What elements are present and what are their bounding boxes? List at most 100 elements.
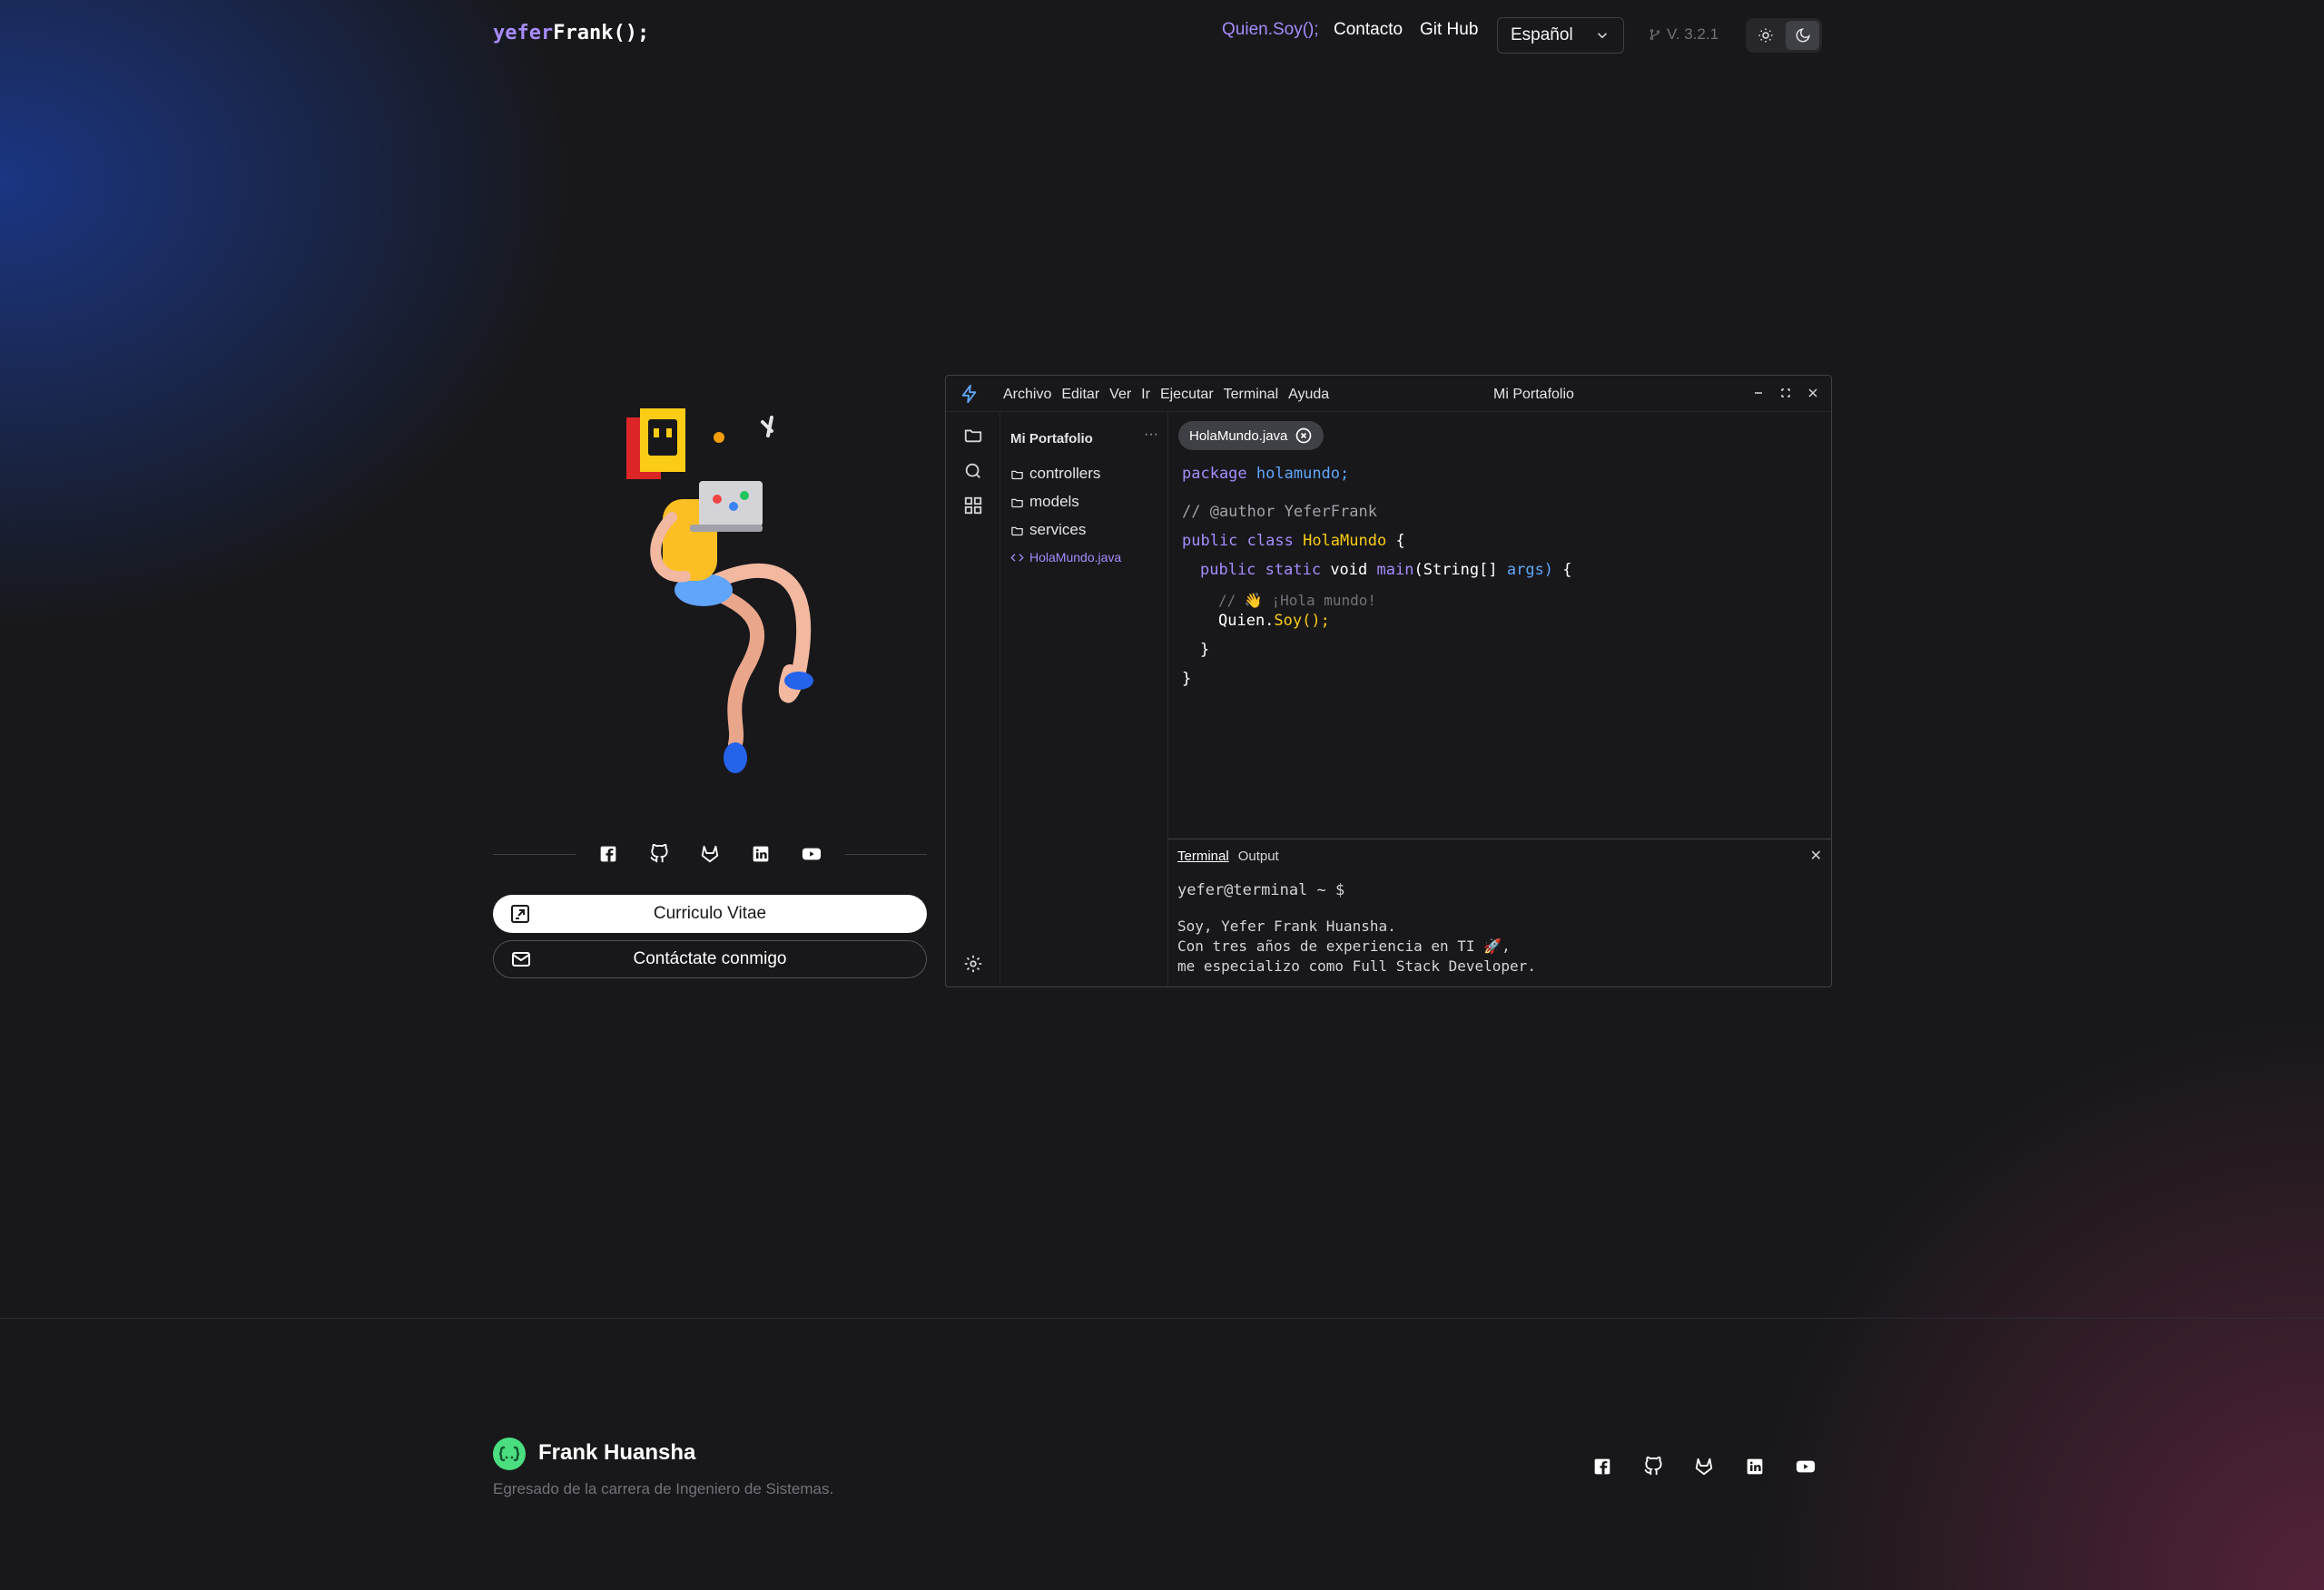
light-theme-button[interactable]: [1748, 21, 1782, 50]
theme-toggle[interactable]: [1746, 18, 1822, 53]
folder-icon: [1011, 526, 1023, 535]
logo-prefix: yefer: [493, 22, 554, 44]
lightning-icon: [961, 384, 977, 404]
tree-folder-services[interactable]: services: [1010, 521, 1086, 539]
footer-social-links: [1590, 1455, 1817, 1477]
code-line-6: Quien.Soy();: [1218, 612, 1330, 630]
gitlab-icon[interactable]: [699, 843, 722, 866]
terminal-panel: Terminal Output ✕ yefer@terminal ~ $ Soy…: [1168, 839, 1831, 986]
divider-right: [844, 853, 927, 855]
tree-file-holamundo[interactable]: HolaMundo.java: [1010, 550, 1121, 564]
dark-theme-button[interactable]: [1786, 21, 1819, 50]
tree-item-label: controllers: [1029, 465, 1101, 482]
gear-icon[interactable]: [961, 952, 985, 976]
youtube-icon[interactable]: [801, 843, 823, 866]
code-line-2: // @author YeferFrank: [1182, 503, 1377, 521]
editor-tab-label: HolaMundo.java: [1189, 427, 1288, 444]
footer-name: Frank Huansha: [538, 1440, 696, 1465]
code-line-8: }: [1182, 670, 1192, 688]
tree-item-label: HolaMundo.java: [1029, 550, 1122, 564]
code-line-5: // 👋 ¡Hola mundo!: [1218, 592, 1377, 609]
facebook-icon[interactable]: [1590, 1455, 1613, 1477]
activity-bar: [946, 412, 1000, 986]
moon-icon: [1796, 28, 1810, 43]
nav-github[interactable]: Git Hub: [1420, 20, 1478, 40]
language-value: Español: [1511, 25, 1573, 44]
code-line-4: public static void main(String[] args) {: [1200, 561, 1572, 579]
tree-folder-models[interactable]: models: [1010, 493, 1079, 511]
editor-tab[interactable]: HolaMundo.java: [1178, 421, 1324, 450]
gitlab-icon[interactable]: [1692, 1455, 1715, 1477]
menu-terminal[interactable]: Terminal: [1224, 387, 1278, 403]
explorer-title: Mi Portafolio: [1010, 431, 1093, 447]
tree-folder-controllers[interactable]: controllers: [1010, 465, 1100, 483]
folder-icon: [1011, 470, 1023, 479]
logo-suffix: Frank();: [553, 22, 650, 44]
developer-illustration: [626, 408, 813, 773]
folder-icon[interactable]: [961, 423, 985, 447]
nav-contacto[interactable]: Contacto: [1334, 20, 1403, 40]
chevron-down-icon: [1597, 33, 1608, 39]
code-line-3: public class HolaMundo {: [1182, 532, 1405, 550]
github-icon[interactable]: [1641, 1455, 1664, 1477]
social-links: [493, 839, 927, 869]
menu-archivo[interactable]: Archivo: [1003, 387, 1051, 403]
sun-icon: [1758, 28, 1772, 43]
code-icon: [1010, 553, 1024, 562]
language-select[interactable]: Español: [1497, 17, 1624, 54]
youtube-icon[interactable]: [1794, 1455, 1817, 1477]
linkedin-icon[interactable]: [1743, 1455, 1766, 1477]
header: yeferFrank(); Quien.Soy(); Contacto Git …: [0, 0, 2324, 71]
menu-editar[interactable]: Editar: [1061, 387, 1099, 403]
code-editor: HolaMundo.java package holamundo; // @au…: [1168, 412, 1831, 875]
ide-window: Archivo Editar Ver Ir Ejecutar Terminal …: [945, 375, 1832, 987]
mail-icon: [512, 952, 530, 967]
terminal-line: Con tres años de experiencia en TI 🚀,: [1177, 937, 1511, 955]
window-controls: [1751, 385, 1820, 401]
version-text: V. 3.2.1: [1667, 25, 1719, 43]
footer-divider: [0, 1318, 2324, 1319]
close-icon[interactable]: [1806, 385, 1820, 401]
linkedin-icon[interactable]: [750, 843, 773, 866]
external-file-icon: [511, 905, 529, 923]
menu-ir[interactable]: Ir: [1141, 387, 1150, 403]
menu-ejecutar[interactable]: Ejecutar: [1160, 387, 1214, 403]
tree-item-label: models: [1029, 493, 1079, 510]
close-circle-icon[interactable]: [1295, 427, 1313, 445]
contact-button[interactable]: Contáctate conmigo: [493, 940, 927, 978]
terminal-prompt: yefer@terminal ~ $: [1177, 881, 1345, 899]
git-branch-icon: [1649, 29, 1660, 40]
brand-logo-icon: [493, 1438, 526, 1470]
minimize-icon[interactable]: [1751, 385, 1766, 401]
terminal-line: me especializo como Full Stack Developer…: [1177, 957, 1536, 975]
tab-terminal[interactable]: Terminal: [1177, 849, 1229, 864]
code-line-1: package holamundo;: [1182, 465, 1350, 483]
menu-ver[interactable]: Ver: [1109, 387, 1131, 403]
menu-ayuda[interactable]: Ayuda: [1288, 387, 1329, 403]
version-badge: V. 3.2.1: [1649, 25, 1718, 44]
tab-output[interactable]: Output: [1238, 849, 1279, 864]
divider-left: [493, 853, 576, 855]
maximize-icon[interactable]: [1778, 385, 1793, 401]
ide-window-title: Mi Portafolio: [1493, 387, 1574, 402]
more-icon[interactable]: ···: [1144, 427, 1158, 443]
close-icon[interactable]: ✕: [1810, 847, 1822, 865]
ide-title-bar: Archivo Editar Ver Ir Ejecutar Terminal …: [946, 376, 1831, 412]
nav-quien-soy[interactable]: Quien.Soy();: [1222, 20, 1319, 40]
footer-description: Egresado de la carrera de Ingeniero de S…: [493, 1480, 834, 1497]
folder-icon: [1011, 498, 1023, 507]
contact-button-label: Contáctate conmigo: [633, 949, 787, 968]
extensions-icon[interactable]: [961, 494, 985, 517]
terminal-tabs: Terminal Output: [1177, 849, 1279, 864]
site-logo[interactable]: yeferFrank();: [493, 22, 649, 44]
terminal-line: Soy, Yefer Frank Huansha.: [1177, 918, 1396, 935]
file-explorer: Mi Portafolio ··· controllers models ser…: [1000, 412, 1168, 986]
ide-menu-bar: Archivo Editar Ver Ir Ejecutar Terminal …: [1003, 387, 1329, 403]
facebook-icon[interactable]: [597, 843, 620, 866]
curriculum-button-label: Curriculo Vitae: [653, 904, 767, 923]
tree-item-label: services: [1029, 521, 1087, 538]
github-icon[interactable]: [648, 843, 671, 866]
search-icon[interactable]: [961, 459, 985, 483]
curriculum-button[interactable]: Curriculo Vitae: [493, 895, 927, 933]
code-line-7: }: [1200, 641, 1210, 659]
